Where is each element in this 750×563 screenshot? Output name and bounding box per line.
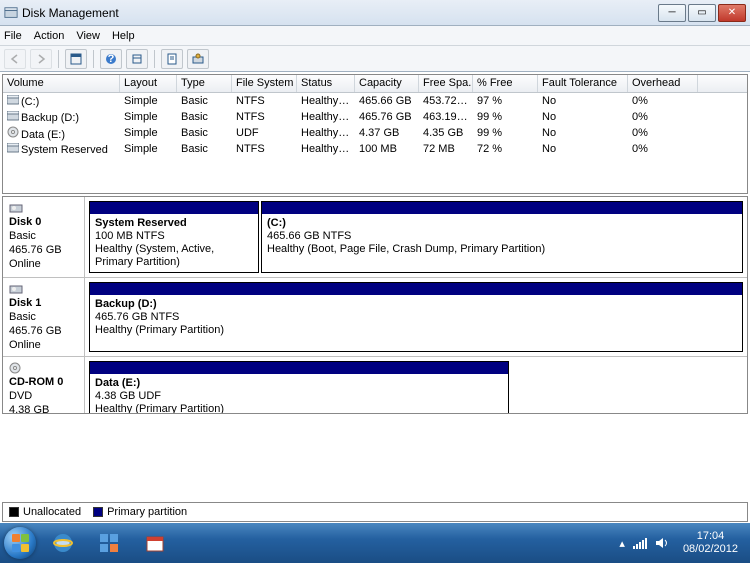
volume-row[interactable]: Data (E:)SimpleBasicUDFHealthy (P...4.37… <box>3 125 747 141</box>
close-button[interactable]: ✕ <box>718 4 746 22</box>
clock-date: 08/02/2012 <box>683 543 738 556</box>
volume-icon[interactable] <box>655 536 669 550</box>
disk-info[interactable]: Disk 0Basic465.76 GBOnline <box>3 197 85 277</box>
volume-row[interactable]: System ReservedSimpleBasicNTFSHealthy (S… <box>3 141 747 157</box>
taskbar: ▴ 17:04 08/02/2012 <box>0 523 750 563</box>
menu-view[interactable]: View <box>76 30 100 42</box>
partition-stripe <box>90 362 508 374</box>
col-freespace[interactable]: Free Spa... <box>419 75 473 92</box>
drive-icon <box>7 95 19 105</box>
taskbar-app1[interactable] <box>87 527 131 559</box>
menu-help[interactable]: Help <box>112 30 135 42</box>
legend-unallocated: Unallocated <box>23 506 81 518</box>
partition-label: System Reserved100 MB NTFSHealthy (Syste… <box>90 214 258 272</box>
col-overhead[interactable]: Overhead <box>628 75 698 92</box>
drive-icon <box>7 126 19 136</box>
disc-icon <box>9 362 23 374</box>
partition-stripe <box>262 202 742 214</box>
start-button[interactable] <box>0 523 40 563</box>
volume-row[interactable]: Backup (D:)SimpleBasicNTFSHealthy (P...4… <box>3 109 747 125</box>
svg-text:?: ? <box>108 53 115 65</box>
tray-arrow-icon[interactable]: ▴ <box>619 537 625 550</box>
column-headers[interactable]: Volume Layout Type File System Status Ca… <box>3 75 747 93</box>
legend-primary: Primary partition <box>107 506 187 518</box>
clock[interactable]: 17:04 08/02/2012 <box>677 530 744 556</box>
partition-stripe <box>90 283 742 295</box>
partition[interactable]: Data (E:)4.38 GB UDFHealthy (Primary Par… <box>89 361 509 414</box>
disk-row: CD-ROM 0DVD4.38 GBOnlineData (E:)4.38 GB… <box>3 357 747 414</box>
drive-icon <box>7 111 19 121</box>
col-fault[interactable]: Fault Tolerance <box>538 75 628 92</box>
app-icon <box>4 6 18 20</box>
properties-button[interactable] <box>161 49 183 69</box>
help-button[interactable]: ? <box>100 49 122 69</box>
settings-button[interactable] <box>187 49 209 69</box>
system-tray[interactable]: ▴ 17:04 08/02/2012 <box>613 530 750 556</box>
menu-action[interactable]: Action <box>34 30 65 42</box>
swatch-unallocated <box>9 507 19 517</box>
minimize-button[interactable]: ─ <box>658 4 686 22</box>
col-volume[interactable]: Volume <box>3 75 120 92</box>
legend: Unallocated Primary partition <box>2 502 748 522</box>
titlebar: Disk Management ─ ▭ ✕ <box>0 0 750 26</box>
drive-icon <box>7 143 19 153</box>
col-layout[interactable]: Layout <box>120 75 177 92</box>
col-pctfree[interactable]: % Free <box>473 75 538 92</box>
partition[interactable]: Backup (D:)465.76 GB NTFSHealthy (Primar… <box>89 282 743 352</box>
disk-row: Disk 1Basic465.76 GBOnlineBackup (D:)465… <box>3 278 747 357</box>
hdd-icon <box>9 202 23 214</box>
taskbar-app2[interactable] <box>133 527 177 559</box>
col-capacity[interactable]: Capacity <box>355 75 419 92</box>
window-title: Disk Management <box>22 6 656 20</box>
toolbar: ? <box>0 46 750 72</box>
col-type[interactable]: Type <box>177 75 232 92</box>
view-button[interactable] <box>65 49 87 69</box>
col-filesystem[interactable]: File System <box>232 75 297 92</box>
partition[interactable]: (C:)465.66 GB NTFSHealthy (Boot, Page Fi… <box>261 201 743 273</box>
disk-info[interactable]: CD-ROM 0DVD4.38 GBOnline <box>3 357 85 414</box>
menu-file[interactable]: File <box>4 30 22 42</box>
maximize-button[interactable]: ▭ <box>688 4 716 22</box>
volume-list[interactable]: Volume Layout Type File System Status Ca… <box>2 74 748 194</box>
clock-time: 17:04 <box>683 530 738 543</box>
col-status[interactable]: Status <box>297 75 355 92</box>
disk-info[interactable]: Disk 1Basic465.76 GBOnline <box>3 278 85 356</box>
refresh-button[interactable] <box>126 49 148 69</box>
taskbar-ie[interactable] <box>41 527 85 559</box>
disk-graphical-view: Disk 0Basic465.76 GBOnlineSystem Reserve… <box>2 196 748 414</box>
network-icon[interactable] <box>633 536 647 550</box>
menu-bar: File Action View Help <box>0 26 750 46</box>
volume-row[interactable]: (C:)SimpleBasicNTFSHealthy (B...465.66 G… <box>3 93 747 109</box>
partition[interactable]: System Reserved100 MB NTFSHealthy (Syste… <box>89 201 259 273</box>
partition-label: (C:)465.66 GB NTFSHealthy (Boot, Page Fi… <box>262 214 742 259</box>
back-button[interactable] <box>4 49 26 69</box>
partition-label: Data (E:)4.38 GB UDFHealthy (Primary Par… <box>90 374 508 414</box>
partition-label: Backup (D:)465.76 GB NTFSHealthy (Primar… <box>90 295 742 340</box>
disk-row: Disk 0Basic465.76 GBOnlineSystem Reserve… <box>3 197 747 278</box>
forward-button[interactable] <box>30 49 52 69</box>
swatch-primary <box>93 507 103 517</box>
partition-stripe <box>90 202 258 214</box>
hdd-icon <box>9 283 23 295</box>
